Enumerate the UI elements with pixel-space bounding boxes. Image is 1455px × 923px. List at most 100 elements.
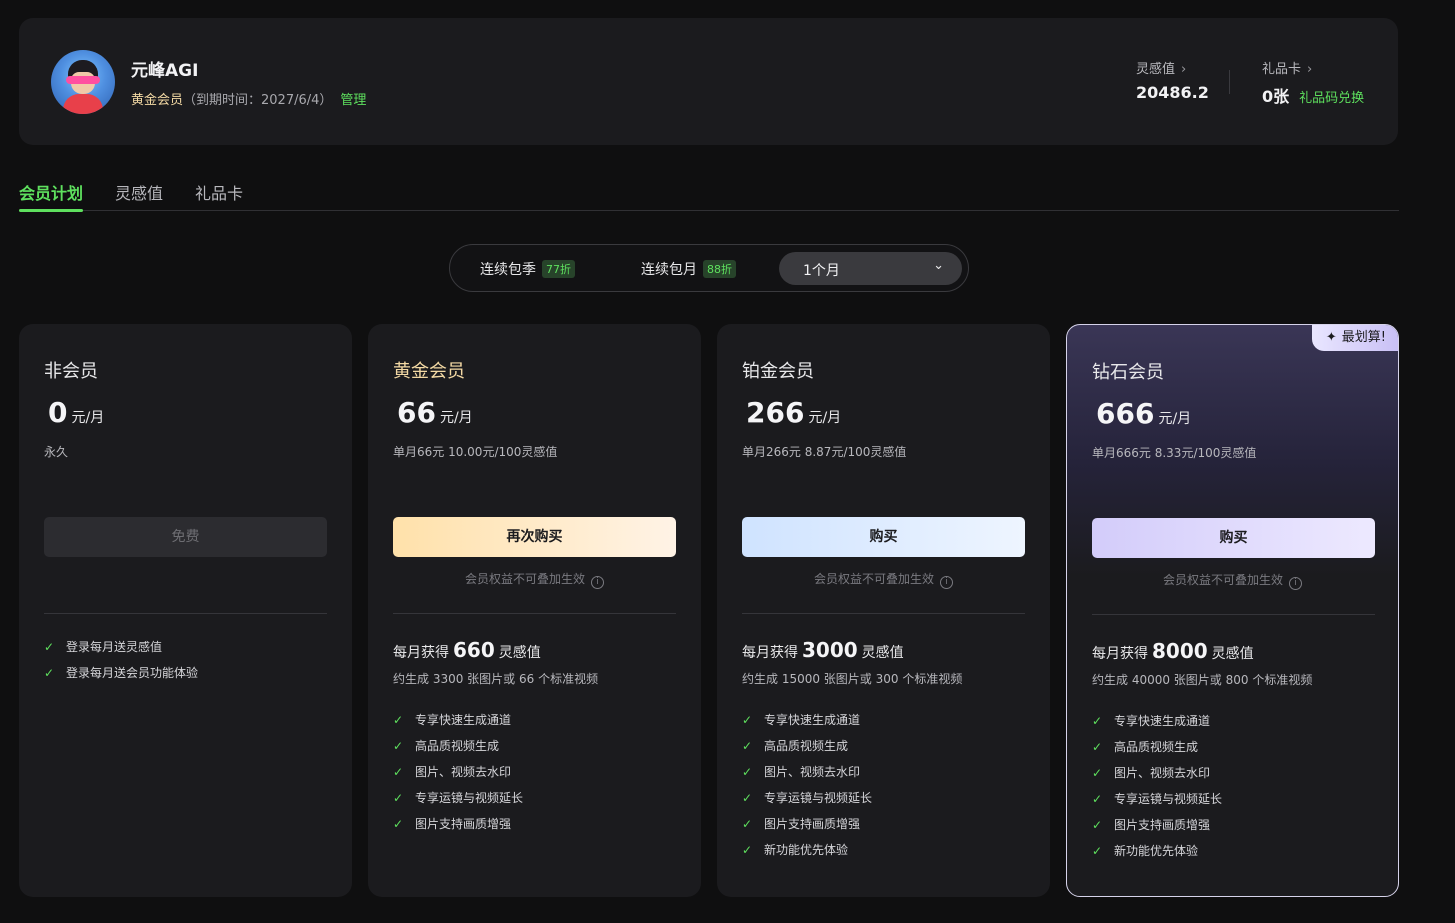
price-unit: 元/月 <box>808 410 842 426</box>
period-dropdown-value: 1个月 <box>803 263 840 279</box>
check-icon: ✓ <box>742 791 753 805</box>
benefit-note-text: 会员权益不可叠加生效 <box>1162 573 1283 587</box>
check-icon: ✓ <box>1092 766 1103 780</box>
check-icon: ✓ <box>742 765 753 779</box>
card-divider <box>1092 614 1375 615</box>
plan-card-diamond: ✦ 最划算! 钻石会员 666 元/月 单月666元 8.33元/100灵感值 购买… <box>1066 324 1399 897</box>
plan-card-free: 非会员 0 元/月 永久 免费 ✓ 登录每月送灵感值 ✓ 登录每月送会员功能体验 <box>19 324 352 897</box>
feature-label: 专享快速生成通道 <box>415 713 512 727</box>
feature-item: ✓ 高品质视频生成 <box>1092 734 1222 760</box>
credits-prefix: 每月获得 <box>742 645 798 661</box>
plan-price: 666 元/月 <box>1096 397 1191 430</box>
info-icon[interactable]: i <box>1289 577 1302 590</box>
account-header: 元峰AGI 黄金会员（到期时间：2027/6/4） 管理 灵感值 › 20486.2… <box>19 18 1398 145</box>
feature-label: 专享运镜与视频延长 <box>1114 792 1223 806</box>
check-icon: ✓ <box>742 843 753 857</box>
feature-label: 高品质视频生成 <box>1114 740 1199 754</box>
period-option-label: 连续包季 <box>480 262 536 278</box>
period-dropdown[interactable]: 1个月 ⌄ <box>779 252 962 285</box>
best-value-label: 最划算! <box>1341 330 1386 345</box>
benefit-note: 会员权益不可叠加生效 i <box>368 570 701 589</box>
inspiration-stat-link[interactable]: 灵感值 › <box>1136 58 1186 77</box>
price-amount: 666 <box>1096 397 1155 430</box>
feature-label: 图片支持画质增强 <box>764 817 861 831</box>
feature-item: ✓ 图片支持画质增强 <box>742 811 872 837</box>
giftcard-stat-link[interactable]: 礼品卡 › <box>1262 58 1312 77</box>
feature-label: 专享运镜与视频延长 <box>415 791 524 805</box>
discount-badge: 77折 <box>542 260 575 278</box>
feature-label: 登录每月送灵感值 <box>66 640 163 654</box>
check-icon: ✓ <box>393 791 404 805</box>
plan-name: 铂金会员 <box>742 361 814 382</box>
avatar-body <box>63 94 103 114</box>
feature-item: ✓ 图片支持画质增强 <box>1092 812 1222 838</box>
buy-button[interactable]: 购买 <box>1092 518 1375 558</box>
feature-label: 图片、视频去水印 <box>1114 766 1211 780</box>
price-description: 永久 <box>44 445 69 459</box>
period-option-quarterly[interactable]: 连续包季 77折 <box>480 259 575 279</box>
giftcard-count: 0张 礼品码兑换 <box>1262 83 1364 107</box>
price-amount: 66 <box>397 396 436 429</box>
price-description: 单月266元 8.87元/100灵感值 <box>742 445 907 459</box>
feature-item: ✓ 专享快速生成通道 <box>742 707 872 733</box>
plan-name: 黄金会员 <box>393 361 465 382</box>
feature-label: 图片支持画质增强 <box>415 817 512 831</box>
tab-membership-plans[interactable]: 会员计划 <box>19 180 83 204</box>
manage-link[interactable]: 管理 <box>340 93 366 108</box>
check-icon: ✓ <box>742 817 753 831</box>
credits-prefix: 每月获得 <box>393 645 449 661</box>
period-option-label: 连续包月 <box>641 262 697 278</box>
avatar[interactable] <box>51 50 115 114</box>
user-name: 元峰AGI <box>131 61 199 81</box>
card-divider <box>393 613 676 614</box>
credits-description: 约生成 40000 张图片或 800 个标准视频 <box>1092 673 1313 687</box>
card-divider <box>742 613 1025 614</box>
feature-label: 图片支持画质增强 <box>1114 818 1211 832</box>
feature-item: ✓ 图片、视频去水印 <box>1092 760 1222 786</box>
inspiration-label: 灵感值 <box>1136 62 1176 77</box>
info-icon[interactable]: i <box>940 576 953 589</box>
tab-giftcard[interactable]: 礼品卡 <box>195 180 243 204</box>
price-amount: 0 <box>48 396 68 429</box>
price-description: 单月666元 8.33元/100灵感值 <box>1092 446 1257 460</box>
check-icon: ✓ <box>742 739 753 753</box>
check-icon: ✓ <box>742 713 753 727</box>
feature-label: 图片、视频去水印 <box>415 765 512 779</box>
membership-expiry: （到期时间：2027/6/4） <box>183 93 333 108</box>
giftcard-label: 礼品卡 <box>1262 62 1302 77</box>
feature-label: 新功能优先体验 <box>764 843 849 857</box>
plan-card-platinum: 铂金会员 266 元/月 单月266元 8.87元/100灵感值 购买 会员权益不… <box>717 324 1050 897</box>
buy-again-button[interactable]: 再次购买 <box>393 517 676 557</box>
feature-item: ✓ 高品质视频生成 <box>742 733 872 759</box>
feature-item: ✓ 高品质视频生成 <box>393 733 523 759</box>
chevron-right-icon: › <box>1307 62 1313 77</box>
sparkle-icon: ✦ <box>1325 330 1337 345</box>
feature-item: ✓ 专享运镜与视频延长 <box>393 785 523 811</box>
membership-level: 黄金会员 <box>131 93 184 108</box>
monthly-credits: 每月获得 660 灵感值 <box>393 638 541 662</box>
credits-description: 约生成 3300 张图片或 66 个标准视频 <box>393 672 599 686</box>
feature-list: ✓ 登录每月送灵感值 ✓ 登录每月送会员功能体验 <box>44 634 198 686</box>
plan-price: 266 元/月 <box>746 396 841 429</box>
redeem-code-link[interactable]: 礼品码兑换 <box>1299 91 1364 106</box>
price-unit: 元/月 <box>71 410 105 426</box>
period-option-monthly[interactable]: 连续包月 88折 <box>641 259 736 279</box>
discount-badge: 88折 <box>703 260 736 278</box>
buy-button[interactable]: 购买 <box>742 517 1025 557</box>
benefit-note: 会员权益不可叠加生效 i <box>717 570 1050 589</box>
feature-item: ✓ 新功能优先体验 <box>742 837 872 863</box>
feature-item: ✓ 图片支持画质增强 <box>393 811 523 837</box>
credits-amount: 660 <box>453 638 495 662</box>
active-tab-indicator <box>19 209 83 212</box>
stat-divider <box>1229 70 1230 94</box>
benefit-note: 会员权益不可叠加生效 i <box>1067 571 1398 590</box>
monthly-credits: 每月获得 3000 灵感值 <box>742 638 904 662</box>
info-icon[interactable]: i <box>591 576 604 589</box>
feature-label: 登录每月送会员功能体验 <box>66 666 199 680</box>
tab-inspiration[interactable]: 灵感值 <box>115 180 163 204</box>
feature-item: ✓ 专享快速生成通道 <box>393 707 523 733</box>
check-icon: ✓ <box>1092 792 1103 806</box>
feature-label: 高品质视频生成 <box>415 739 500 753</box>
feature-item: ✓ 专享快速生成通道 <box>1092 708 1222 734</box>
tab-bar: 会员计划 灵感值 礼品卡 <box>19 180 1399 212</box>
